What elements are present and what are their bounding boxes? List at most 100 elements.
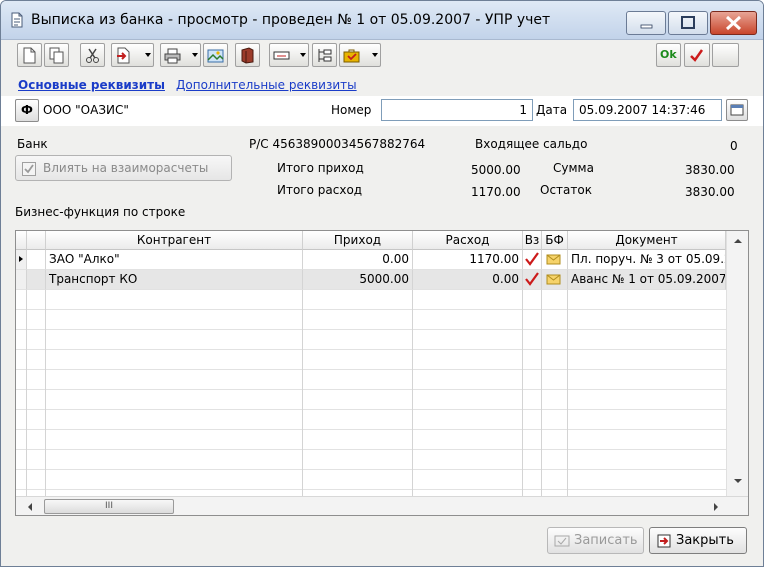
business-function-label: Бизнес-функция по строке: [15, 205, 186, 219]
calendar-icon: [730, 104, 744, 116]
affect-settlements-checkbox[interactable]: Влиять на взаиморасчеты: [15, 155, 232, 181]
vertical-scrollbar[interactable]: [726, 231, 748, 497]
calendar-button[interactable]: [726, 99, 748, 121]
save-button[interactable]: Записать: [547, 527, 644, 554]
red-checkmark-icon: [525, 252, 539, 266]
table-cell: [27, 250, 46, 270]
document-arrow-icon: [117, 47, 130, 64]
title-bar: Выписка из банка - просмотр - проведен №…: [1, 1, 763, 40]
table-cell-document[interactable]: Аванс № 1 от 05.09.2007: [568, 270, 726, 290]
scroll-right-icon: [714, 503, 718, 511]
close-window-button[interactable]: [710, 11, 757, 35]
new-document-icon: [23, 47, 36, 64]
tab-main-details[interactable]: Основные реквизиты: [18, 78, 165, 92]
red-checkmark-icon: [690, 49, 704, 62]
incoming-balance-value: 0: [730, 139, 738, 153]
tab-extra-details[interactable]: Дополнительные реквизиты: [176, 78, 357, 92]
table-cell-bf[interactable]: [542, 250, 568, 270]
scroll-left-icon: [28, 503, 32, 511]
number-field[interactable]: 1: [381, 99, 533, 121]
column-header-expense[interactable]: Расход: [413, 231, 523, 250]
printer-icon: [164, 48, 181, 64]
blank-toolbar-button[interactable]: [712, 43, 739, 67]
total-income-label: Итого приход: [277, 161, 364, 175]
sum-label: Сумма: [553, 161, 594, 175]
total-income-value: 5000.00: [471, 163, 521, 177]
briefcase-icon: [343, 49, 360, 63]
column-header-contractor[interactable]: Контрагент: [46, 231, 303, 250]
table-cell-document[interactable]: Пл. поруч. № 3 от 05.09.2007: [568, 250, 726, 270]
enter-on-basis-button[interactable]: [111, 43, 154, 67]
maximize-icon: [681, 16, 695, 29]
organization-name: ООО "ОАЗИС": [43, 103, 129, 117]
toolbar: Ok: [1, 40, 763, 70]
app-window: Выписка из банка - просмотр - проведен №…: [0, 0, 764, 567]
envelope-icon: [546, 254, 561, 265]
horizontal-scrollbar[interactable]: III: [16, 496, 748, 515]
dropdown-arrow-icon: [192, 53, 198, 57]
save-record-icon: [554, 535, 570, 547]
table-cell-vz[interactable]: [523, 270, 542, 290]
table-cell-income[interactable]: 0.00: [303, 250, 413, 270]
row-indicator: [16, 250, 27, 270]
dropdown-arrow-icon: [300, 53, 306, 57]
remainder-label: Остаток: [540, 183, 592, 197]
new-button[interactable]: [17, 43, 42, 67]
date-field[interactable]: 05.09.2007 14:37:46: [573, 99, 722, 121]
table-cell-bf[interactable]: [542, 270, 568, 290]
post-button[interactable]: [684, 43, 710, 67]
total-expense-label: Итого расход: [277, 183, 363, 197]
ok-label: Ok: [660, 48, 677, 61]
column-header-vz[interactable]: Вз: [523, 231, 542, 250]
copy-icon: [49, 47, 64, 64]
bank-statement-table[interactable]: Контрагент Приход Расход Вз БФ Документ …: [15, 230, 749, 516]
actions-button[interactable]: [339, 43, 381, 67]
document-app-icon: [11, 12, 23, 28]
table-cell-income[interactable]: 5000.00: [303, 270, 413, 290]
copy-button[interactable]: [44, 43, 69, 67]
column-header-income[interactable]: Приход: [303, 231, 413, 250]
account-number: Р/С 45638900034567882764: [249, 137, 426, 151]
affect-settlements-label: Влиять на взаиморасчеты: [43, 161, 209, 175]
scissors-icon: [86, 48, 99, 63]
total-expense-value: 1170.00: [471, 185, 521, 199]
preview-button[interactable]: [203, 43, 228, 67]
print-button[interactable]: [160, 43, 201, 67]
edit-button[interactable]: [269, 43, 309, 67]
scroll-thumb[interactable]: III: [44, 499, 174, 514]
table-cell-contractor[interactable]: ЗАО "Алко": [46, 250, 303, 270]
column-header-document[interactable]: Документ: [568, 231, 726, 250]
window-title: Выписка из банка - просмотр - проведен №…: [31, 12, 551, 28]
table-cell-expense[interactable]: 0.00: [413, 270, 523, 290]
remainder-value: 3830.00: [685, 185, 735, 199]
dropdown-arrow-icon: [145, 53, 151, 57]
column-header-bf[interactable]: БФ: [542, 231, 568, 250]
form-tabs: Основные реквизиты Дополнительные реквиз…: [1, 75, 763, 95]
exit-door-icon: [657, 534, 671, 548]
firm-select-button[interactable]: Ф: [15, 99, 39, 122]
dropdown-arrow-icon: [372, 53, 378, 57]
journal-button[interactable]: [235, 43, 260, 67]
hierarchy-icon: [318, 49, 332, 62]
sum-value: 3830.00: [685, 163, 735, 177]
empty-grid-lines: [16, 290, 726, 496]
image-preview-icon: [207, 49, 224, 63]
ok-button[interactable]: Ok: [656, 43, 681, 67]
close-icon: [725, 15, 742, 31]
table-cell-contractor[interactable]: Транспорт КО: [46, 270, 303, 290]
structure-button[interactable]: [312, 43, 337, 67]
table-cell-expense[interactable]: 1170.00: [413, 250, 523, 270]
maximize-button[interactable]: [668, 11, 708, 35]
row-indicator: [16, 270, 27, 290]
delete-button[interactable]: [80, 43, 105, 67]
close-button[interactable]: Закрыть: [649, 527, 747, 554]
table-cell-vz[interactable]: [523, 250, 542, 270]
scroll-up-icon: [734, 239, 742, 243]
minimize-icon: [640, 24, 653, 29]
minimize-button[interactable]: [626, 11, 666, 35]
incoming-balance-label: Входящее сальдо: [475, 137, 588, 151]
red-checkmark-icon: [525, 272, 539, 286]
checkbox-checked-icon: [22, 162, 36, 176]
blank-column-header: [27, 231, 46, 250]
header-panel: Ф ООО "ОАЗИС" Номер 1 Дата 05.09.2007 14…: [1, 96, 763, 126]
